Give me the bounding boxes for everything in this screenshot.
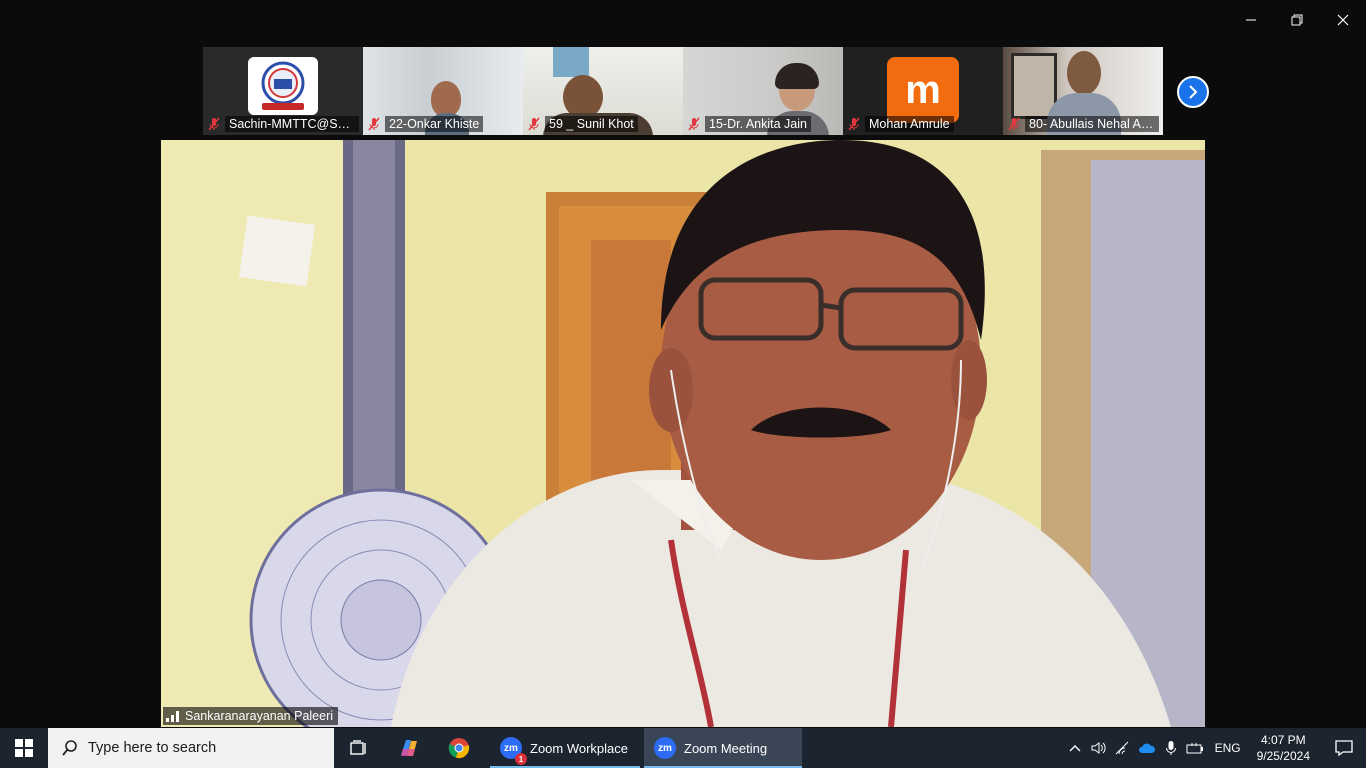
app-label: Zoom Workplace [530, 740, 629, 756]
participant-label: 15-Dr. Ankita Jain [687, 115, 839, 133]
chrome-icon [448, 738, 470, 759]
mic-muted-icon [208, 117, 220, 131]
participant-name: Mohan Amrule [865, 116, 954, 132]
show-hidden-icons-button[interactable] [1063, 728, 1087, 768]
minimize-icon [1246, 19, 1256, 21]
copilot-button[interactable] [384, 728, 434, 768]
participant-name: 59 _ Sunil Khot [545, 116, 638, 132]
onedrive-cloud-icon [1138, 743, 1155, 753]
participant-tile[interactable]: m Mohan Amrule [843, 47, 1003, 135]
participant-label: 80- Abullais Nehal Ah... [1007, 115, 1159, 133]
task-view-button[interactable] [334, 728, 384, 768]
language-indicator[interactable]: ENG [1207, 741, 1249, 755]
active-speaker-video[interactable]: Sankaranarayanan Paleeri [161, 140, 1205, 727]
microphone-button[interactable] [1159, 728, 1183, 768]
close-icon [1337, 14, 1349, 26]
start-button[interactable] [0, 728, 48, 768]
window-controls [1228, 0, 1366, 40]
participant-name: 80- Abullais Nehal Ah... [1025, 116, 1159, 132]
wifi-icon [1115, 741, 1128, 755]
clock-date: 9/25/2024 [1256, 749, 1310, 763]
gallery-next-button[interactable] [1177, 76, 1209, 108]
participant-label: 22-Onkar Khiste [367, 115, 519, 133]
system-tray: ENG 4:07 PM 9/25/2024 [1063, 728, 1366, 768]
participant-video [1067, 51, 1101, 95]
power-button[interactable] [1183, 728, 1207, 768]
speaker-volume-icon [1091, 742, 1106, 754]
search-icon [62, 740, 77, 756]
speaker-name: Sankaranarayanan Paleeri [185, 709, 334, 723]
task-view-icon [350, 740, 366, 755]
avatar-letter: m [905, 68, 941, 112]
participant-tile[interactable]: Sachin-MMTTC@SPP... [203, 47, 363, 135]
signal-bars-icon [166, 711, 179, 722]
notifications-button[interactable] [1322, 728, 1366, 768]
mic-muted-icon [848, 117, 860, 131]
taskbar-search-box[interactable]: Type here to search [48, 728, 334, 768]
gallery-strip: Sachin-MMTTC@SPP... 22-Onkar Khiste 59 _… [203, 47, 1163, 135]
mic-muted-icon [528, 117, 540, 131]
participant-label: Sachin-MMTTC@SPP... [207, 115, 359, 133]
search-placeholder: Type here to search [88, 740, 217, 756]
taskbar-app-zoom-meeting[interactable]: zm Zoom Meeting [644, 728, 802, 768]
battery-plug-icon [1186, 743, 1203, 754]
participant-label: 59 _ Sunil Khot [527, 115, 679, 133]
mic-muted-icon [688, 117, 700, 131]
mic-muted-icon [368, 117, 380, 131]
participant-label: Mohan Amrule [847, 115, 999, 133]
volume-button[interactable] [1087, 728, 1111, 768]
taskbar: Type here to search zm 1 Zoom Workplace … [0, 728, 1366, 768]
windows-logo-icon [15, 739, 33, 757]
speaker-video-frame [161, 140, 1205, 727]
chevron-up-icon [1069, 745, 1081, 752]
restore-button[interactable] [1274, 0, 1320, 40]
minimize-button[interactable] [1228, 0, 1274, 40]
speaker-label: Sankaranarayanan Paleeri [163, 707, 339, 725]
institute-logo [248, 57, 318, 115]
microphone-icon [1165, 741, 1176, 755]
restore-icon [1291, 14, 1303, 26]
participant-name: Sachin-MMTTC@SPP... [225, 116, 359, 132]
network-button[interactable] [1111, 728, 1135, 768]
mic-muted-icon [1008, 117, 1020, 131]
onedrive-button[interactable] [1135, 728, 1159, 768]
copilot-icon [401, 740, 417, 756]
participant-name: 22-Onkar Khiste [385, 116, 484, 132]
notification-badge: 1 [515, 753, 527, 765]
participant-tile[interactable]: 80- Abullais Nehal Ah... [1003, 47, 1163, 135]
participant-video [431, 81, 461, 117]
taskbar-app-zoom-workplace[interactable]: zm 1 Zoom Workplace [490, 728, 640, 768]
notification-icon [1335, 740, 1353, 756]
clock-time: 4:07 PM [1260, 733, 1306, 747]
zoom-icon: zm 1 [500, 737, 527, 765]
chrome-button[interactable] [434, 728, 484, 768]
participant-name: 15-Dr. Ankita Jain [705, 116, 811, 132]
participant-tile[interactable]: 15-Dr. Ankita Jain [683, 47, 843, 135]
participant-tile[interactable]: 59 _ Sunil Khot [523, 47, 683, 135]
chevron-right-icon [1189, 85, 1198, 99]
avatar: m [887, 57, 959, 123]
zoom-icon: zm [654, 737, 676, 759]
app-label: Zoom Meeting [684, 740, 768, 756]
close-button[interactable] [1320, 0, 1366, 40]
clock[interactable]: 4:07 PM 9/25/2024 [1249, 732, 1322, 764]
participant-tile[interactable]: 22-Onkar Khiste [363, 47, 523, 135]
